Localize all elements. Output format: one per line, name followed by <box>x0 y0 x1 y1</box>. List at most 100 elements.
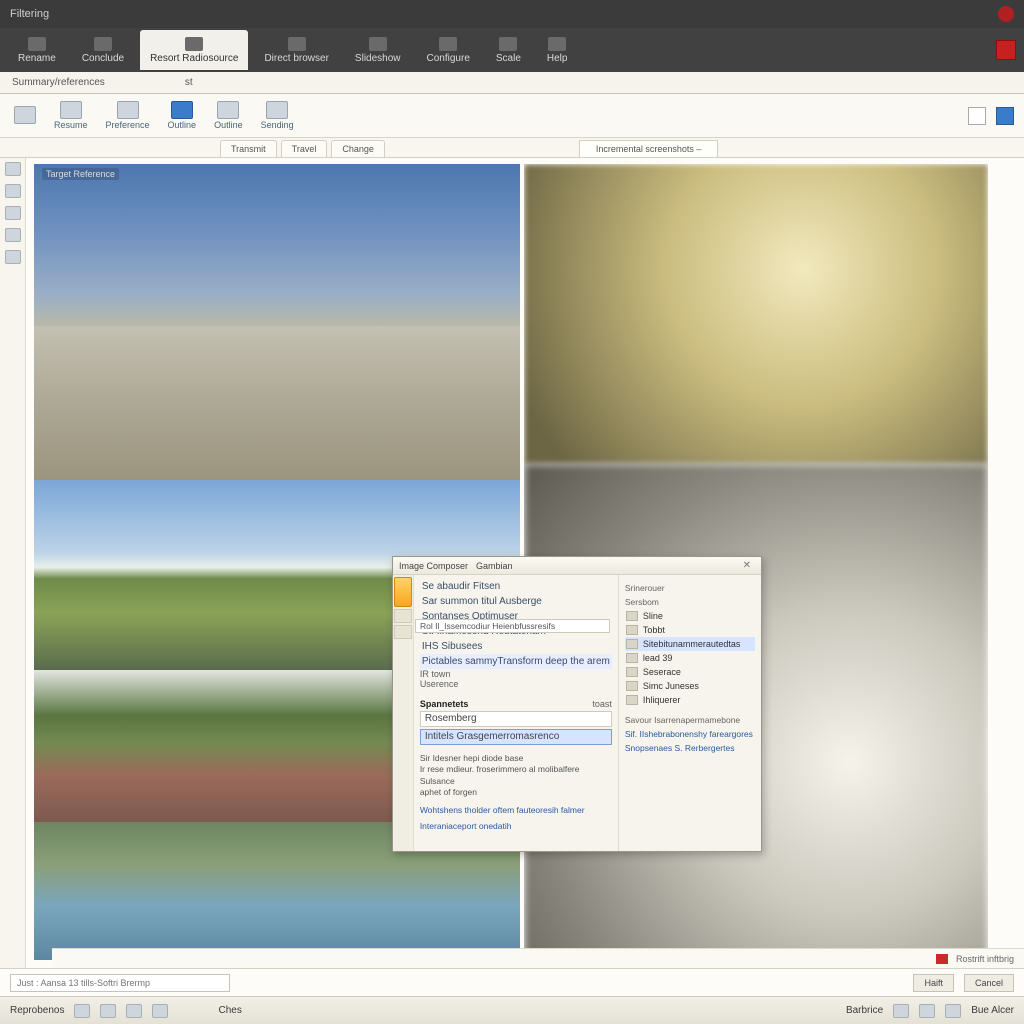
dialog-resolve-field[interactable]: Rol Il_Issemcodiur Heienbfussresifs <box>415 619 610 633</box>
cancel-button[interactable]: Cancel <box>964 974 1014 992</box>
generic-icon <box>548 37 566 51</box>
tab-incremental-screenshots[interactable]: Incremental screenshots – <box>579 140 719 157</box>
image-strip <box>524 164 988 464</box>
ribbon-btn-preference[interactable]: Preference <box>102 99 154 132</box>
folder-icon <box>626 667 638 677</box>
menu-resort-radiosource[interactable]: Resort Radiosource <box>140 30 248 70</box>
tray-icon[interactable] <box>919 1004 935 1018</box>
dialog-tab[interactable] <box>394 625 412 639</box>
section-aside: toast <box>592 699 612 709</box>
menu-configure[interactable]: Configure <box>417 30 480 70</box>
generic-icon <box>369 37 387 51</box>
subbar: Summary/references st <box>0 72 1024 94</box>
tool-icon[interactable] <box>5 228 21 242</box>
ribbon-btn-outline2[interactable]: Outline <box>210 99 247 132</box>
status-right: Rostrift inftbrig <box>956 954 1014 964</box>
page-icon <box>14 106 36 124</box>
image-composer-dialog: Image Composer Gambian ✕ Se abaudir Fits… <box>392 556 762 852</box>
command-input[interactable] <box>10 974 230 992</box>
side-list-item[interactable]: Simc Juneses <box>625 679 755 693</box>
taskbar-clock-label: Bue Alcer <box>971 1005 1014 1016</box>
side-list-item[interactable]: Ihliquerer <box>625 693 755 707</box>
record-icon[interactable] <box>996 40 1016 60</box>
close-icon[interactable] <box>998 6 1014 22</box>
dialog-title: Image Composer <box>399 561 468 571</box>
folder-icon <box>626 611 638 621</box>
taskbar: Reprobenos Ches Barbrice Bue Alcer <box>0 996 1024 1024</box>
side-caption: Srinerouer <box>625 583 755 593</box>
pref-icon <box>117 101 139 119</box>
side-link[interactable]: Sif. IIshebrabonenshy fareargores <box>625 729 755 739</box>
taskbar-icon[interactable] <box>100 1004 116 1018</box>
menu-direct-browser[interactable]: Direct browser <box>254 30 338 70</box>
taskbar-icon[interactable] <box>74 1004 90 1018</box>
menu-conclude[interactable]: Conclude <box>72 30 134 70</box>
send-icon <box>266 101 288 119</box>
dialog-field[interactable]: Intitels Grasgemerromasrenco <box>420 729 612 745</box>
folder-icon <box>626 653 638 663</box>
tray-icon[interactable] <box>945 1004 961 1018</box>
ribbon-btn-resume[interactable]: Resume <box>50 99 92 132</box>
dialog-field[interactable]: Rosemberg <box>420 711 612 727</box>
dialog-tab-active[interactable] <box>394 577 412 607</box>
generic-icon <box>499 37 517 51</box>
menu-scale[interactable]: Scale <box>486 30 531 70</box>
dialog-link[interactable]: Wohtshens tholder oftem fauteoresih falm… <box>420 805 612 815</box>
tray-icon[interactable] <box>893 1004 909 1018</box>
side-list-item[interactable]: Tobbt <box>625 623 755 637</box>
generic-icon <box>439 37 457 51</box>
outline-icon <box>171 101 193 119</box>
side-link[interactable]: Snopsenaes S. Rerbergertes <box>625 743 755 753</box>
taskbar-icon[interactable] <box>126 1004 142 1018</box>
tab-transmit[interactable]: Transmit <box>220 140 277 157</box>
folder-icon <box>626 695 638 705</box>
list-item[interactable]: Pictables sammyTransform deep the arem <box>420 654 612 669</box>
tool-icon[interactable] <box>5 162 21 176</box>
ribbon-btn-0[interactable] <box>10 104 40 127</box>
canvas: Target Reference Image Composer Gambian … <box>26 158 1024 968</box>
menu-rename[interactable]: Rename <box>8 30 66 70</box>
side-list-item[interactable]: Seserace <box>625 665 755 679</box>
taskbar-icon[interactable] <box>152 1004 168 1018</box>
command-bar: Haift Cancel <box>0 968 1024 996</box>
outline-icon <box>217 101 239 119</box>
generic-icon <box>28 37 46 51</box>
ribbon-btn-sending[interactable]: Sending <box>257 99 298 132</box>
dialog-label: IR town <box>420 669 451 679</box>
ok-button[interactable]: Haift <box>913 974 954 992</box>
menu-help[interactable]: Help <box>537 30 578 70</box>
taskbar-app-label[interactable]: Reprobenos <box>10 1005 64 1016</box>
tab-change[interactable]: Change <box>331 140 385 157</box>
subbar-right: st <box>185 77 193 88</box>
tool-icon[interactable] <box>5 206 21 220</box>
side-list-item[interactable]: lead 39 <box>625 651 755 665</box>
dialog-link[interactable]: Interaniaceport onedatih <box>420 821 612 831</box>
tool-icon[interactable] <box>5 250 21 264</box>
tab-travel[interactable]: Travel <box>281 140 328 157</box>
list-item[interactable]: Se abaudir Fitsen <box>420 579 612 594</box>
folder-icon <box>626 681 638 691</box>
section-header: Spannetets <box>420 699 469 709</box>
ribbon-btn-outline[interactable]: Outline <box>164 99 201 132</box>
side-list-item[interactable]: Sitebitunammerautedtas <box>625 637 755 651</box>
resume-icon <box>60 101 82 119</box>
dialog-tab[interactable] <box>394 609 412 623</box>
flag-icon <box>936 954 948 964</box>
image-strip <box>34 164 520 326</box>
list-item[interactable]: Sar summon titul Ausberge <box>420 594 612 609</box>
generic-icon <box>185 37 203 51</box>
color-well-white[interactable] <box>968 107 986 125</box>
dialog-titlebar[interactable]: Image Composer Gambian ✕ <box>393 557 761 575</box>
taskbar-mid-label[interactable]: Ches <box>218 1005 241 1016</box>
tool-icon[interactable] <box>5 184 21 198</box>
list-item[interactable]: IHS Sibusees <box>420 639 612 654</box>
menu-slideshow[interactable]: Slideshow <box>345 30 411 70</box>
color-well-blue[interactable] <box>996 107 1014 125</box>
dialog-close-icon[interactable]: ✕ <box>739 560 755 571</box>
workspace: Target Reference Image Composer Gambian … <box>0 158 1024 968</box>
left-pane-caption: Target Reference <box>42 168 119 180</box>
side-list-item[interactable]: Sline <box>625 609 755 623</box>
folder-icon <box>626 625 638 635</box>
ribbon: Resume Preference Outline Outline Sendin… <box>0 94 1024 138</box>
taskbar-right-label[interactable]: Barbrice <box>846 1005 883 1016</box>
